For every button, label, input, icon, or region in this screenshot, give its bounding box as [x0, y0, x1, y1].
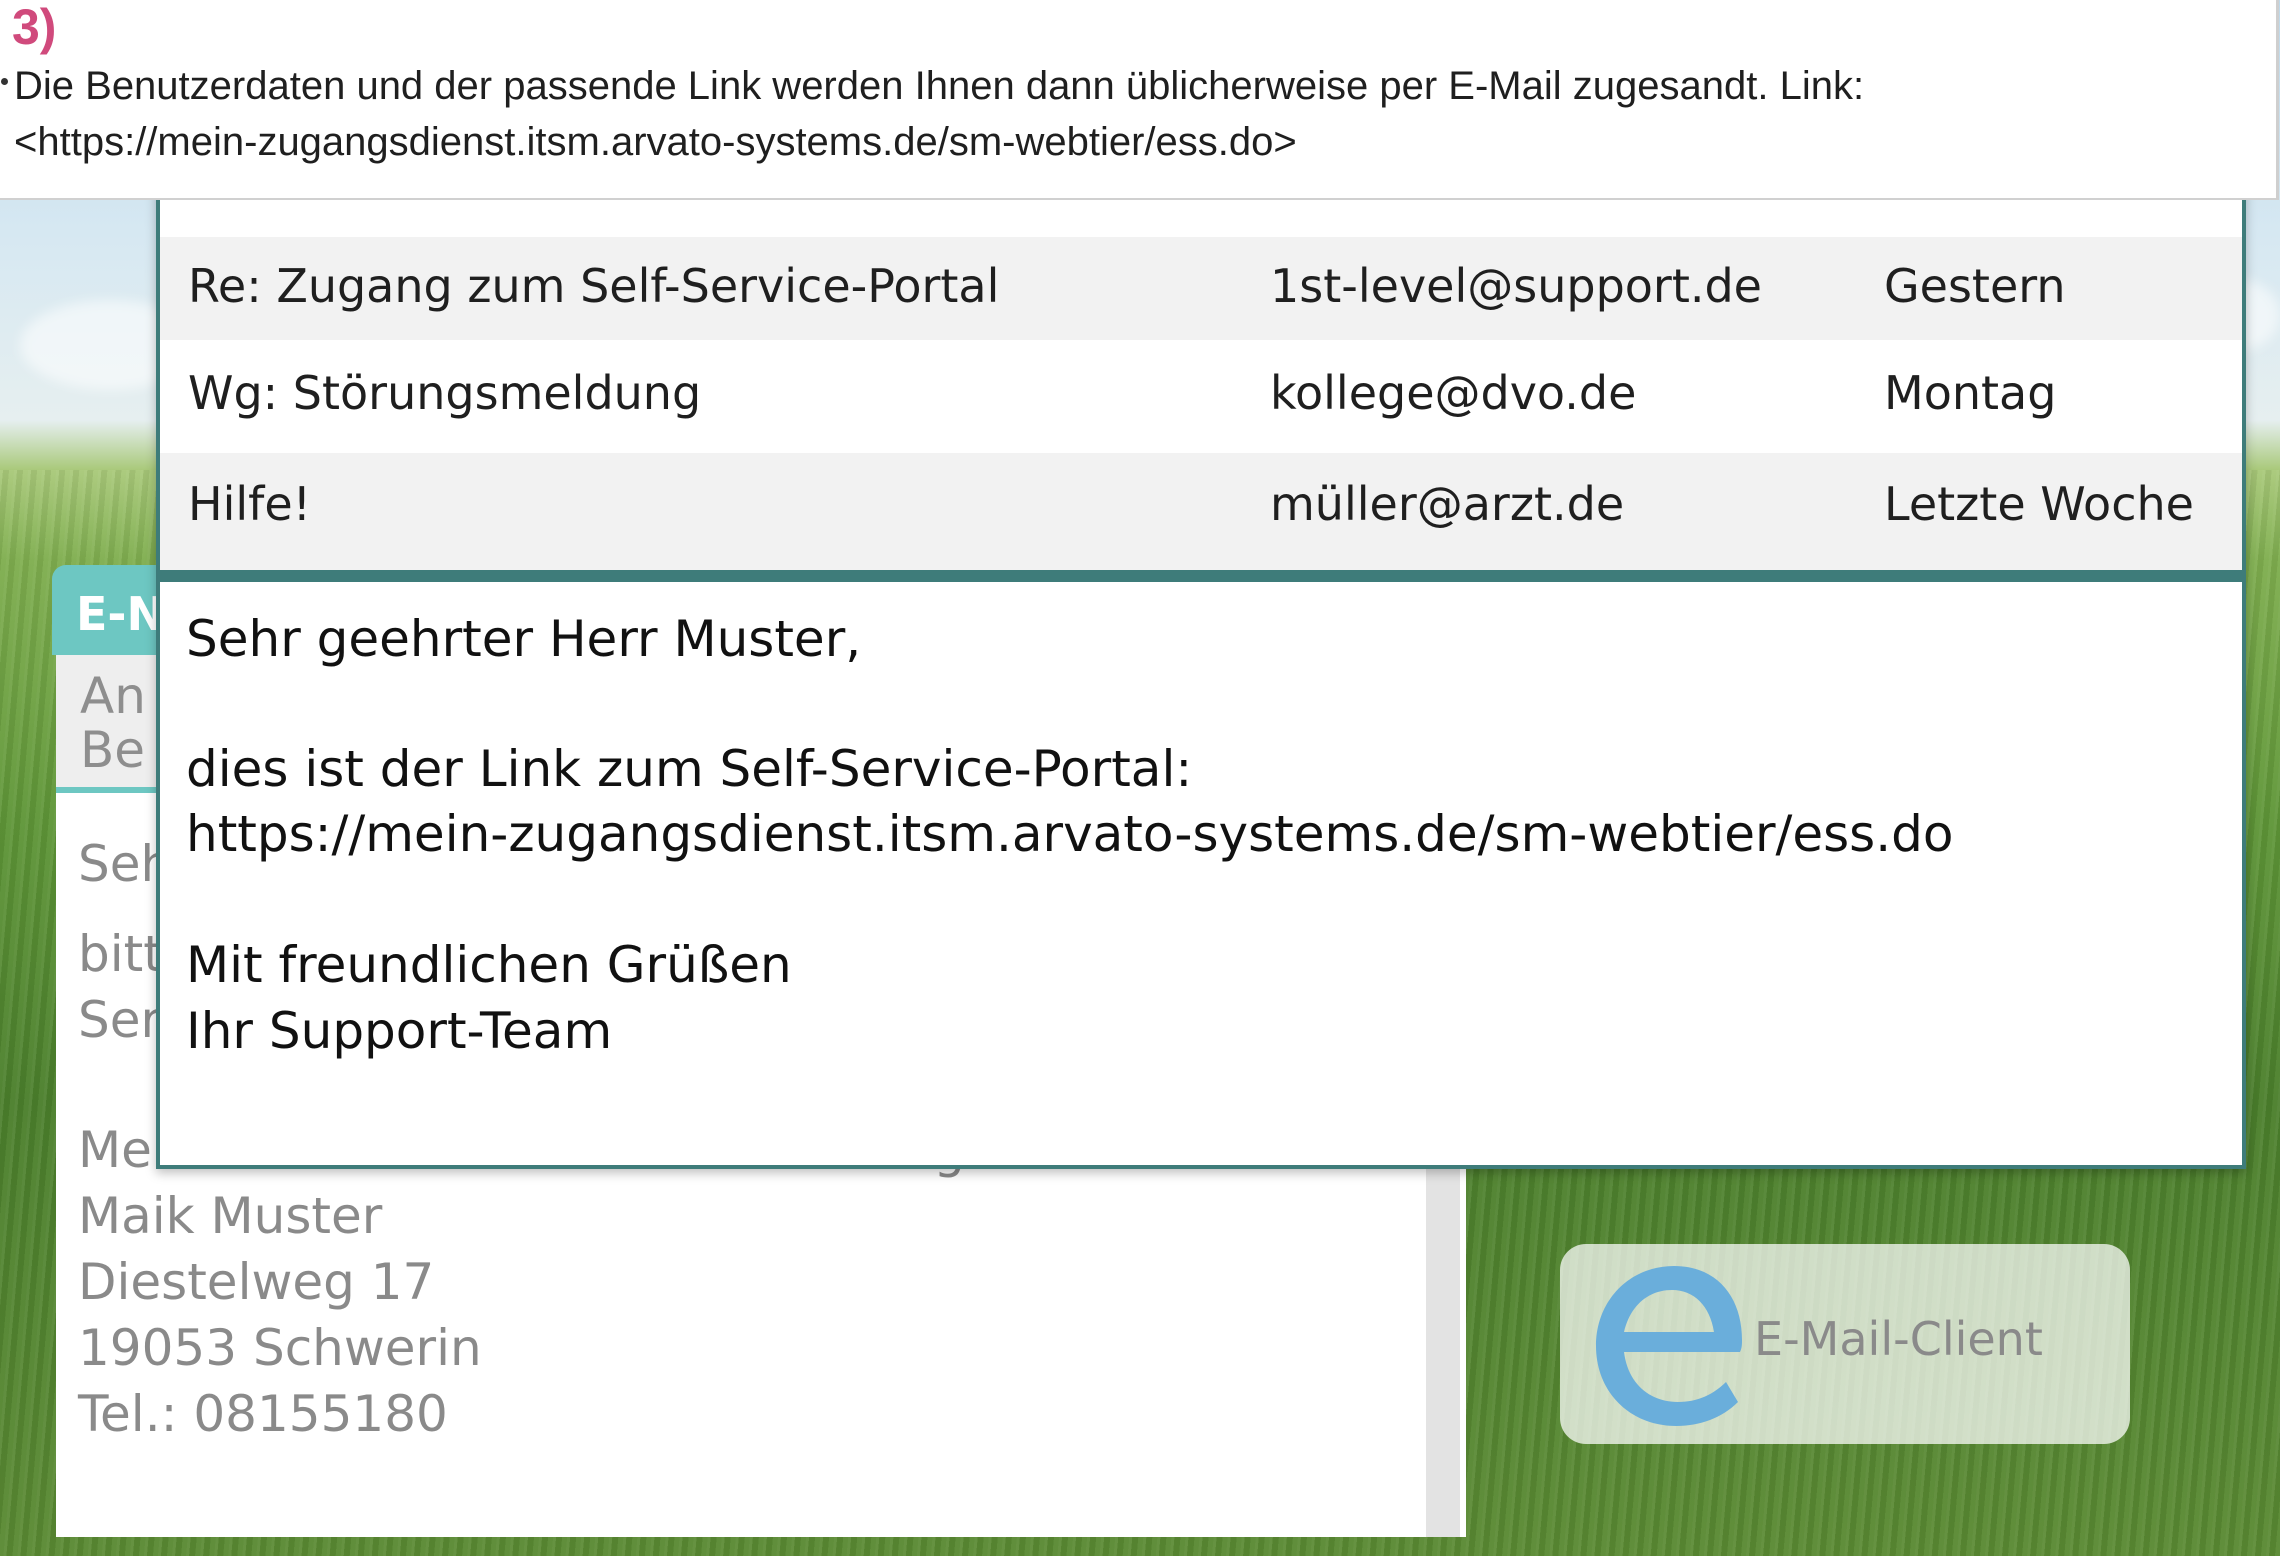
- email-date: Gestern: [1884, 259, 2066, 313]
- email-row[interactable]: Hilfe! müller@arzt.de Letzte Woche: [160, 453, 2242, 570]
- message-greeting: Sehr geehrter Herr Muster,: [186, 610, 862, 668]
- contact-name: Maik Muster: [78, 1187, 383, 1245]
- subject-field-label[interactable]: Be: [80, 721, 145, 779]
- compose-title: E-N: [76, 587, 166, 641]
- email-client-icon: [1596, 1266, 1742, 1426]
- email-date: Montag: [1884, 366, 2057, 420]
- email-subject: Hilfe!: [188, 477, 312, 531]
- contact-city: 19053 Schwerin: [78, 1319, 482, 1377]
- email-subject: Wg: Störungsmeldung: [188, 366, 702, 420]
- email-client-label: E-Mail-Client: [1754, 1312, 2043, 1366]
- email-row[interactable]: Wg: Störungsmeldung kollege@dvo.de Monta…: [160, 340, 2242, 453]
- portal-link[interactable]: https://mein-zugangsdienst.itsm.arvato-s…: [186, 805, 1953, 863]
- step-number: 3): [12, 0, 57, 55]
- email-subject: Re: Zugang zum Self-Service-Portal: [188, 259, 1000, 313]
- email-sender: müller@arzt.de: [1270, 477, 1625, 531]
- to-field-label[interactable]: An: [80, 667, 146, 725]
- email-sender: 1st-level@support.de: [1270, 259, 1762, 313]
- compose-text: Ser: [78, 991, 162, 1049]
- instruction-text: Die Benutzerdaten und der passende Link …: [14, 58, 2254, 170]
- email-sender: kollege@dvo.de: [1270, 366, 1637, 420]
- contact-phone: Tel.: 08155180: [78, 1385, 448, 1443]
- email-row[interactable]: Re: Zugang zum Self-Service-Portal 1st-l…: [160, 237, 2242, 340]
- instruction-link[interactable]: <https://mein-zugangsdienst.itsm.arvato-…: [14, 114, 2254, 170]
- bullet-icon: [1, 78, 8, 85]
- message-closing: Mit freundlichen Grüßen: [186, 936, 792, 994]
- message-divider: [160, 570, 2242, 582]
- contact-street: Diestelweg 17: [78, 1253, 435, 1311]
- message-text: dies ist der Link zum Self-Service-Porta…: [186, 740, 1193, 798]
- message-signature: Ihr Support-Team: [186, 1002, 613, 1060]
- instruction-banner: 3) Die Benutzerdaten und der passende Li…: [0, 0, 2279, 200]
- compose-text: bitt: [78, 925, 163, 983]
- email-client-button[interactable]: E-Mail-Client: [1560, 1244, 2130, 1444]
- inbox-window: Re: Zugang zum Self-Service-Portal 1st-l…: [156, 150, 2246, 1169]
- instruction-line-1: Die Benutzerdaten und der passende Link …: [14, 64, 1865, 108]
- email-date: Letzte Woche: [1884, 477, 2194, 531]
